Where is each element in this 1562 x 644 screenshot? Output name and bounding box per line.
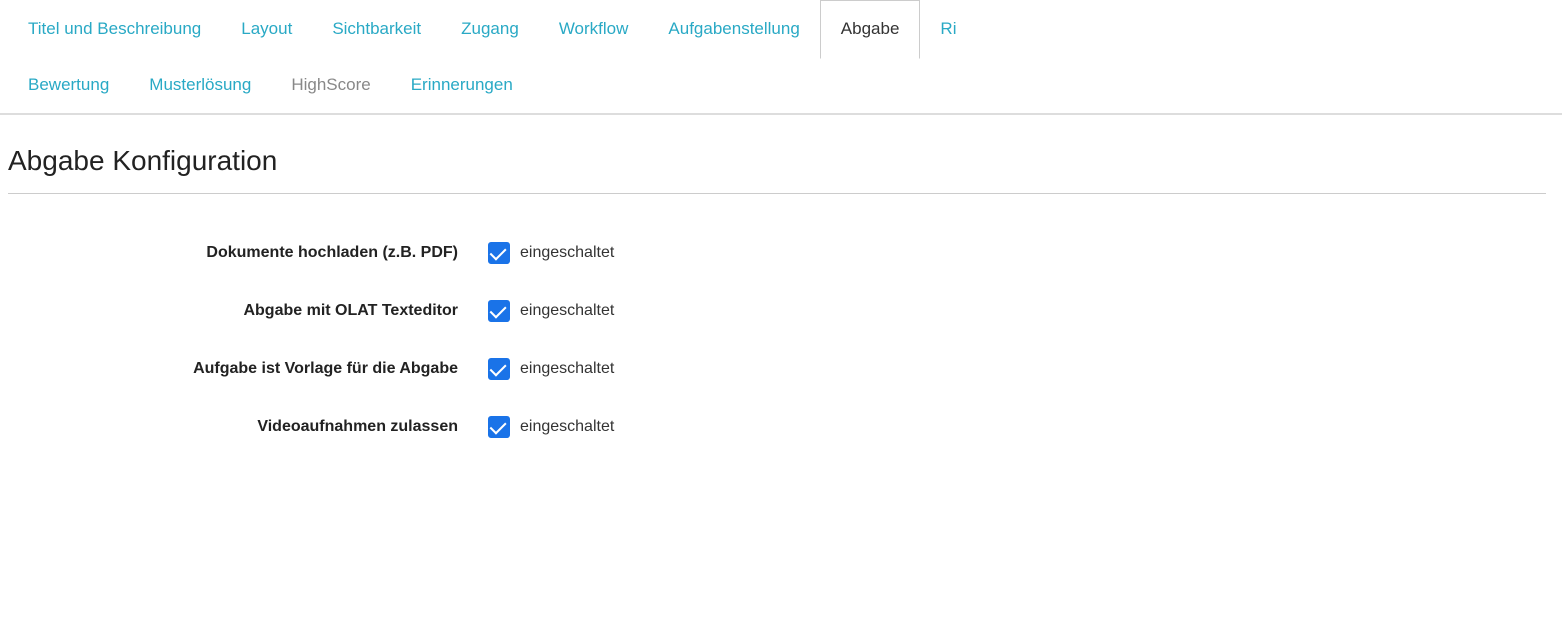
page-content: Abgabe Konfiguration Dokumente hochladen… — [0, 115, 1562, 456]
nav-row-2: Bewertung Musterlösung HighScore Erinner… — [0, 57, 1562, 115]
tab-workflow[interactable]: Workflow — [539, 0, 649, 57]
tab-bewertung[interactable]: Bewertung — [8, 57, 129, 113]
tab-zugang[interactable]: Zugang — [441, 0, 539, 57]
checkbox-texteditor[interactable] — [488, 300, 510, 322]
tab-titel[interactable]: Titel und Beschreibung — [8, 0, 221, 57]
page-title: Abgabe Konfiguration — [8, 145, 1546, 177]
checkbox-dokumente[interactable] — [488, 242, 510, 264]
config-value-texteditor: eingeschaltet — [488, 300, 614, 322]
config-row-dokumente: Dokumente hochladen (z.B. PDF) eingescha… — [8, 224, 1546, 282]
status-label-dokumente: eingeschaltet — [520, 244, 614, 262]
tab-musterlosung[interactable]: Musterlösung — [129, 57, 271, 113]
section-divider — [8, 193, 1546, 194]
config-row-video: Videoaufnahmen zulassen eingeschaltet — [8, 398, 1546, 456]
config-label-video: Videoaufnahmen zulassen — [8, 418, 488, 436]
status-label-texteditor: eingeschaltet — [520, 302, 614, 320]
config-value-vorlage: eingeschaltet — [488, 358, 614, 380]
config-row-texteditor: Abgabe mit OLAT Texteditor eingeschaltet — [8, 282, 1546, 340]
tab-highscore[interactable]: HighScore — [271, 57, 390, 113]
status-label-vorlage: eingeschaltet — [520, 360, 614, 378]
tab-aufgabenstellung[interactable]: Aufgabenstellung — [648, 0, 819, 57]
checkbox-video[interactable] — [488, 416, 510, 438]
nav-row-1: Titel und Beschreibung Layout Sichtbarke… — [0, 0, 1562, 57]
tab-ri[interactable]: Ri — [920, 0, 976, 57]
config-value-dokumente: eingeschaltet — [488, 242, 614, 264]
config-label-vorlage: Aufgabe ist Vorlage für die Abgabe — [8, 360, 488, 378]
tab-sichtbarkeit[interactable]: Sichtbarkeit — [312, 0, 441, 57]
checkbox-vorlage[interactable] — [488, 358, 510, 380]
config-value-video: eingeschaltet — [488, 416, 614, 438]
config-row-vorlage: Aufgabe ist Vorlage für die Abgabe einge… — [8, 340, 1546, 398]
config-label-dokumente: Dokumente hochladen (z.B. PDF) — [8, 244, 488, 262]
tab-abgabe[interactable]: Abgabe — [820, 0, 921, 59]
config-list: Dokumente hochladen (z.B. PDF) eingescha… — [8, 224, 1546, 456]
tab-erinnerungen[interactable]: Erinnerungen — [391, 57, 533, 113]
status-label-video: eingeschaltet — [520, 418, 614, 436]
tab-layout[interactable]: Layout — [221, 0, 312, 57]
config-label-texteditor: Abgabe mit OLAT Texteditor — [8, 302, 488, 320]
